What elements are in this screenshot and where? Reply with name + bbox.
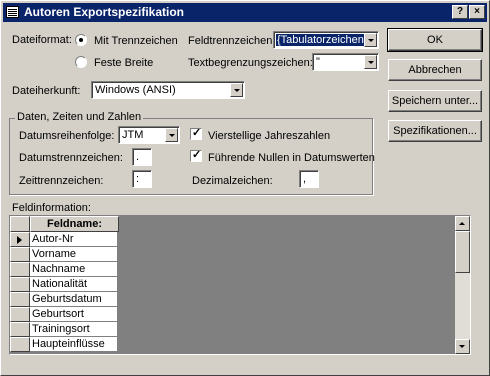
title-bar: Autoren Exportspezifikation ? × bbox=[3, 3, 487, 22]
radio-fixed-width[interactable] bbox=[75, 56, 87, 68]
table-row[interactable]: Nachname bbox=[30, 262, 118, 277]
field-delimiter-dropdown-icon[interactable] bbox=[364, 33, 377, 47]
file-origin-combo[interactable]: Windows (ANSI) bbox=[91, 81, 245, 99]
row-selector[interactable] bbox=[10, 307, 30, 322]
row-selector[interactable] bbox=[10, 247, 30, 262]
date-separator-input[interactable]: . bbox=[132, 148, 152, 166]
field-info-grid: Feldname: Autor-Nr Vorname Nachname Nati… bbox=[9, 215, 471, 355]
scroll-up-icon[interactable] bbox=[455, 216, 470, 231]
field-delimiter-value: {Tabulatorzeichen} bbox=[276, 34, 369, 46]
four-digit-years-label[interactable]: Vierstellige Jahreszahlen bbox=[208, 130, 330, 142]
file-origin-label: Dateiherkunft: bbox=[12, 85, 81, 97]
decimal-value: , bbox=[303, 173, 307, 185]
file-origin-value: Windows (ANSI) bbox=[95, 84, 176, 96]
specifications-button[interactable]: Spezifikationen... bbox=[388, 120, 482, 142]
field-info-rows: Feldname: Autor-Nr Vorname Nachname Nati… bbox=[10, 216, 456, 354]
table-row[interactable]: Autor-Nr bbox=[30, 232, 118, 247]
time-separator-value: : bbox=[136, 173, 140, 185]
row-selector[interactable] bbox=[10, 322, 30, 337]
radio-delimited-label[interactable]: Mit Trennzeichen bbox=[94, 35, 178, 47]
leading-zeros-checkbox[interactable] bbox=[190, 148, 202, 162]
scroll-thumb[interactable] bbox=[455, 231, 470, 273]
date-order-dropdown-icon[interactable] bbox=[165, 128, 178, 142]
cancel-button[interactable]: Abbrechen bbox=[388, 59, 482, 81]
ok-button[interactable]: OK bbox=[387, 28, 483, 52]
field-info-label: Feldinformation: bbox=[12, 202, 91, 214]
scroll-down-icon[interactable] bbox=[455, 339, 470, 354]
decimal-input[interactable]: , bbox=[299, 170, 319, 188]
file-origin-dropdown-icon[interactable] bbox=[230, 83, 243, 97]
date-separator-label: Datumstrennzeichen: bbox=[19, 152, 123, 164]
row-selector[interactable] bbox=[10, 232, 30, 247]
date-separator-value: . bbox=[136, 151, 140, 163]
row-selector[interactable] bbox=[10, 337, 30, 352]
current-row-arrow-icon bbox=[17, 236, 22, 244]
leading-zeros-label[interactable]: Führende Nullen in Datumswerten bbox=[208, 152, 375, 164]
radio-delimited[interactable] bbox=[75, 34, 87, 46]
row-selector[interactable] bbox=[10, 292, 30, 307]
dates-group-title: Daten, Zeiten und Zahlen bbox=[15, 111, 144, 123]
close-button[interactable]: × bbox=[469, 5, 485, 19]
time-separator-label: Zeittrennzeichen: bbox=[19, 175, 104, 187]
text-qualifier-combo[interactable]: " bbox=[312, 53, 379, 71]
table-row[interactable]: Vorname bbox=[30, 247, 118, 262]
row-selector[interactable] bbox=[10, 262, 30, 277]
row-selector[interactable] bbox=[10, 277, 30, 292]
grid-corner bbox=[10, 216, 30, 232]
four-digit-years-checkbox[interactable] bbox=[190, 126, 202, 140]
date-order-combo[interactable]: JTM bbox=[118, 126, 180, 144]
vertical-scrollbar[interactable] bbox=[455, 216, 470, 354]
date-order-label: Datumsreihenfolge: bbox=[19, 130, 115, 142]
text-qualifier-value: " bbox=[316, 56, 320, 68]
table-row[interactable]: Geburtsdatum bbox=[30, 292, 118, 307]
dialog-icon bbox=[6, 6, 19, 18]
radio-fixed-width-label[interactable]: Feste Breite bbox=[94, 57, 153, 69]
table-row[interactable]: Haupteinflüsse bbox=[30, 337, 118, 352]
field-delimiter-combo[interactable]: {Tabulatorzeichen} bbox=[273, 31, 379, 49]
format-label: Dateiformat: bbox=[12, 34, 72, 46]
table-row[interactable]: Trainingsort bbox=[30, 322, 118, 337]
export-spec-dialog: Autoren Exportspezifikation ? × Dateifor… bbox=[0, 0, 490, 376]
table-row[interactable]: Geburtsort bbox=[30, 307, 118, 322]
save-as-button[interactable]: Speichern unter... bbox=[388, 90, 482, 112]
dialog-title: Autoren Exportspezifikation bbox=[24, 5, 185, 19]
field-delimiter-label: Feldtrennzeichen: bbox=[188, 35, 276, 47]
time-separator-input[interactable]: : bbox=[132, 170, 152, 188]
decimal-label: Dezimalzeichen: bbox=[192, 175, 273, 187]
column-header-fieldname: Feldname: bbox=[30, 216, 119, 232]
help-button[interactable]: ? bbox=[452, 5, 468, 19]
text-qualifier-dropdown-icon[interactable] bbox=[364, 55, 377, 69]
date-order-value: JTM bbox=[122, 129, 144, 141]
table-row[interactable]: Nationalität bbox=[30, 277, 118, 292]
text-qualifier-label: Textbegrenzungszeichen: bbox=[188, 57, 313, 69]
